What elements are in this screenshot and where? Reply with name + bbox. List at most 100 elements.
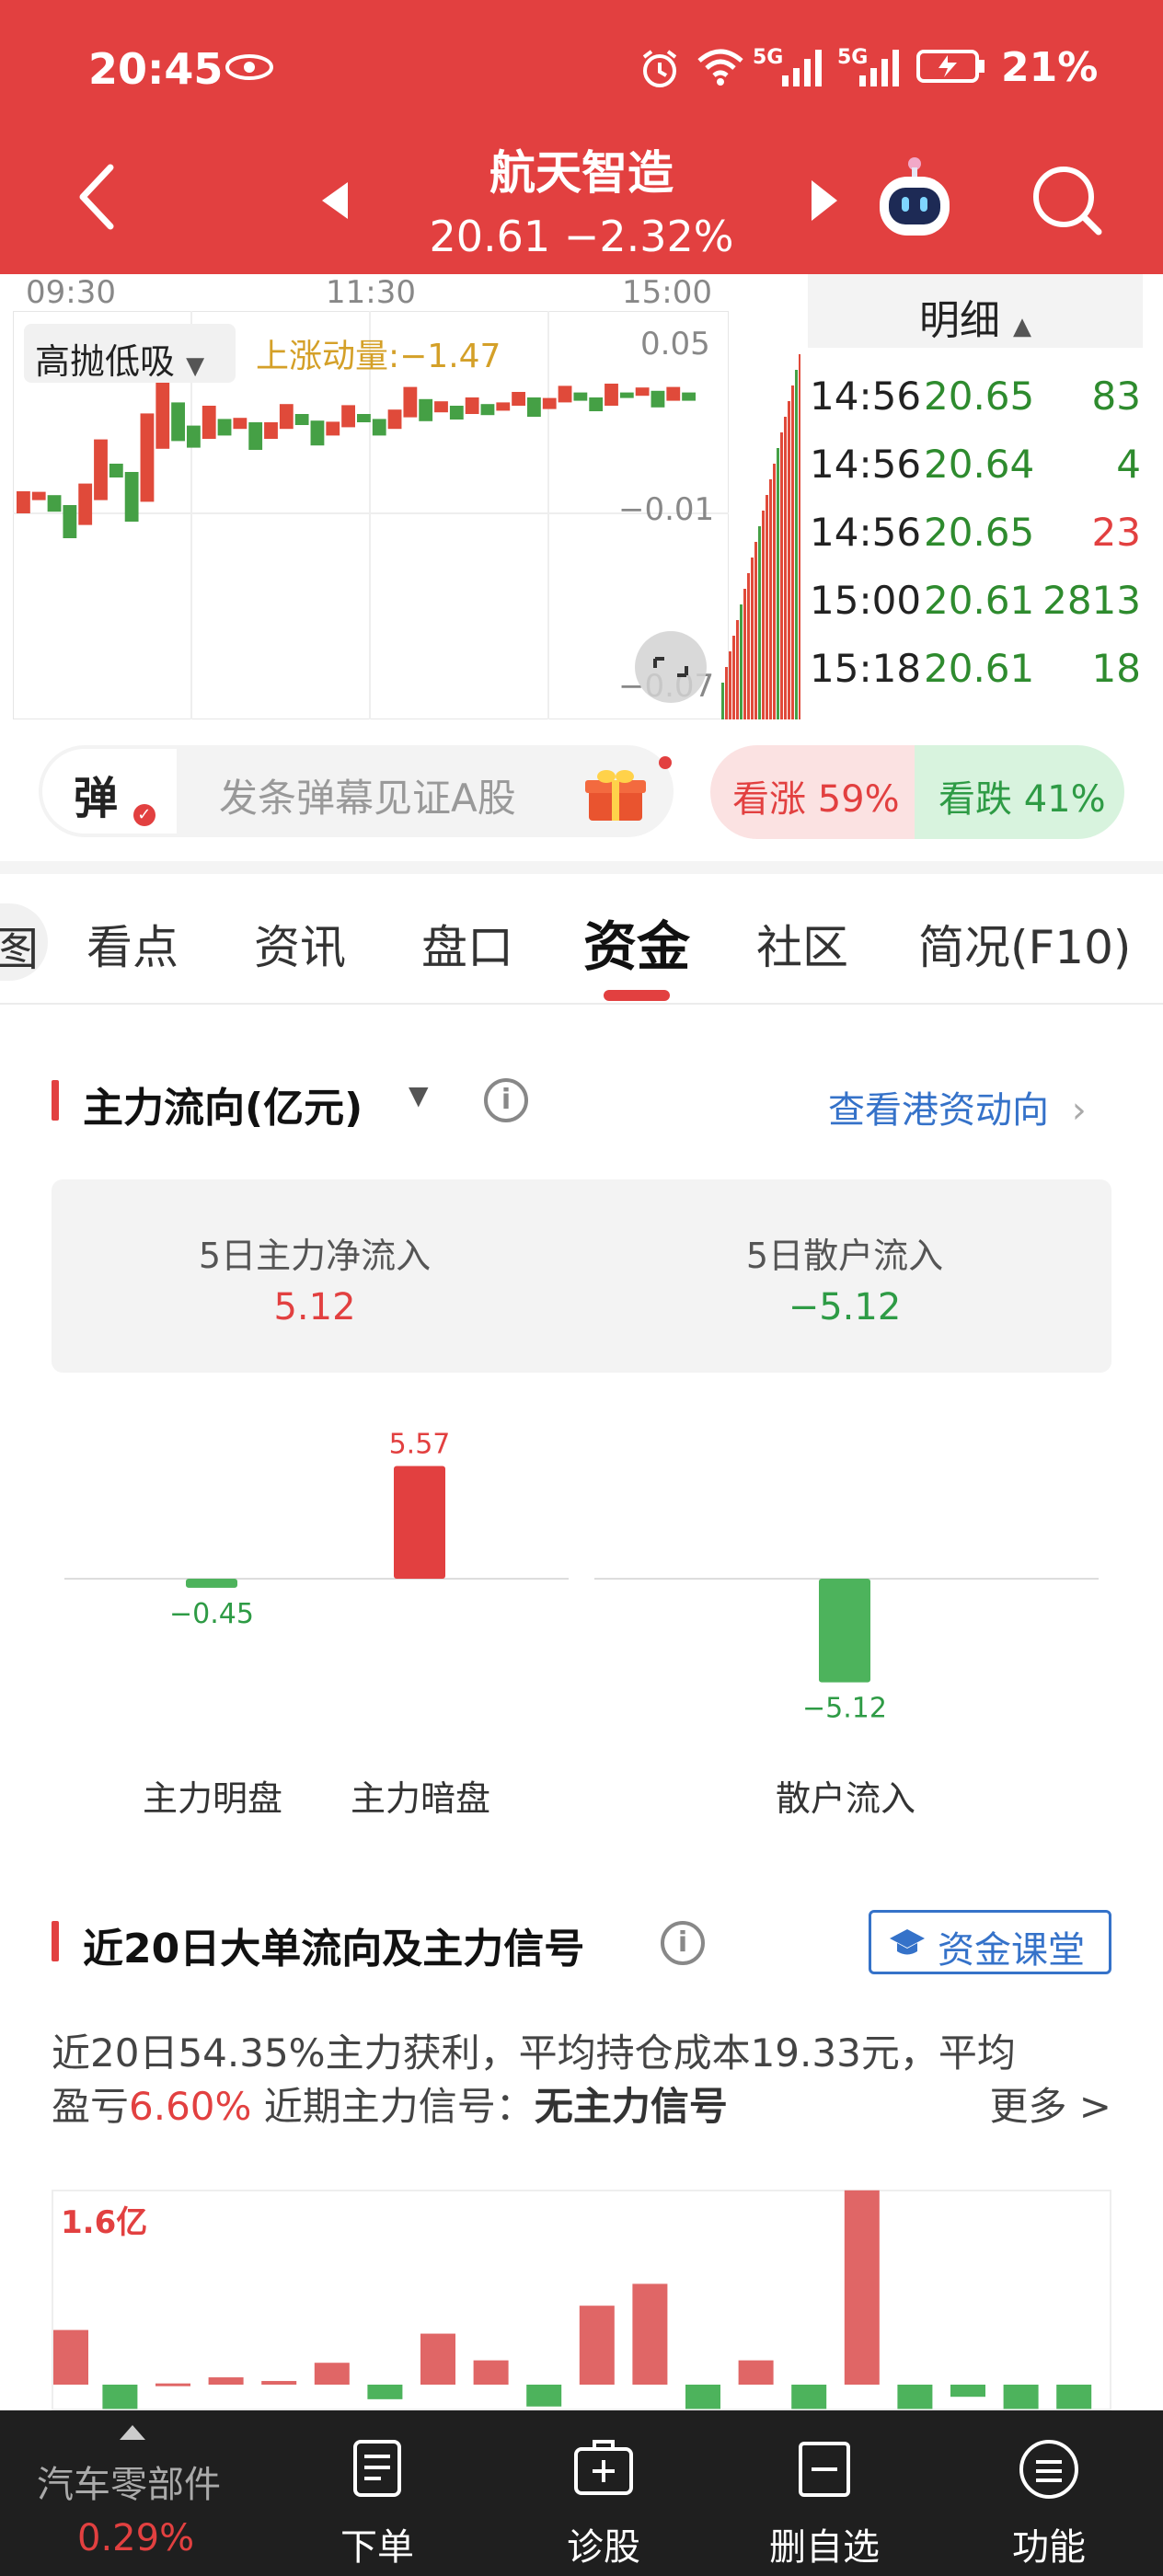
trade-time: 15:00 <box>810 578 922 623</box>
dropdown-arrow-icon[interactable]: ▼ <box>409 1080 429 1110</box>
search-icon[interactable] <box>1029 162 1106 239</box>
trade-detail-header[interactable]: 明细 ▲ <box>808 274 1143 348</box>
next-stock-icon[interactable] <box>810 180 837 221</box>
tab-order-book[interactable]: 盘口 <box>421 911 513 977</box>
eye-icon <box>225 54 273 80</box>
intraday-bar <box>372 419 386 436</box>
volume-bar <box>799 354 800 719</box>
volume-bar <box>769 479 772 719</box>
nav-functions[interactable]: 功能 <box>957 2410 1141 2576</box>
intraday-bar <box>619 392 634 398</box>
volume-bar <box>777 448 779 719</box>
volume-bars <box>721 354 800 719</box>
main-flow-title[interactable]: 主力流向(亿元) <box>83 1075 363 1133</box>
gift-icon[interactable] <box>585 767 646 824</box>
big-order-bar <box>632 2283 668 2385</box>
nav-diagnose-stock[interactable]: 诊股 <box>512 2410 696 2576</box>
volume-bar <box>747 573 750 719</box>
big-order-bar <box>314 2363 350 2385</box>
big-order-bar <box>261 2381 297 2385</box>
info-icon[interactable]: i <box>484 1078 528 1122</box>
expand-up-icon[interactable] <box>120 2425 145 2440</box>
fullscreen-button[interactable] <box>635 631 707 703</box>
flow-bar <box>819 1579 870 1683</box>
vote-bearish-button[interactable]: 看跌 41% <box>915 745 1124 839</box>
strategy-dropdown[interactable]: 高抛低吸 ▼ <box>24 324 236 383</box>
tab-community[interactable]: 社区 <box>756 911 848 977</box>
intraday-bar <box>140 413 155 502</box>
nav-remove-watchlist[interactable]: 删自选 <box>732 2410 916 2576</box>
trade-price: 20.65 <box>924 510 1035 555</box>
trade-row: 15:00 20.61 2813 <box>810 578 1141 633</box>
tab-highlights[interactable]: 看点 <box>86 911 178 977</box>
intraday-bar <box>171 402 185 442</box>
alarm-icon <box>642 50 677 87</box>
intraday-chart-area[interactable]: 09:30 11:30 15:00 高抛低吸 ▼ 上涨动量:−1.47 0.05… <box>0 274 1163 725</box>
nav-label-diagnose: 诊股 <box>567 2526 640 2569</box>
status-time: 20:45 <box>88 44 224 94</box>
intraday-bar <box>573 392 588 401</box>
trade-row: 14:56 20.65 23 <box>810 510 1141 565</box>
big-order-bar <box>102 2385 138 2409</box>
volume-bar <box>784 417 787 719</box>
order-document-icon <box>353 2440 401 2497</box>
intraday-bar <box>248 422 263 450</box>
volume-bar <box>795 370 798 719</box>
volume-bar <box>766 495 768 719</box>
signal-label: 近期主力信号： <box>251 2084 535 2129</box>
intraday-bar <box>294 414 309 425</box>
check-icon: ✓ <box>132 804 155 826</box>
volume-bar <box>758 526 761 719</box>
flow-bar-value-label: −5.12 <box>802 1693 887 1725</box>
big-order-bar <box>1056 2385 1092 2409</box>
nav-place-order[interactable]: 下单 <box>285 2410 469 2576</box>
sort-up-icon: ▲ <box>1013 313 1031 340</box>
tab-news[interactable]: 资讯 <box>254 911 346 977</box>
intraday-bar <box>341 405 355 428</box>
menu-icon <box>1019 2440 1078 2499</box>
danmu-input[interactable]: 发条弹幕见证A股 <box>219 767 516 823</box>
intraday-bar <box>558 385 572 403</box>
fund-classroom-button[interactable]: 资金课堂 <box>869 1910 1111 1974</box>
vote-bullish-button[interactable]: 看涨 59% <box>710 745 920 839</box>
big-order-bar <box>897 2385 933 2409</box>
trade-time: 14:56 <box>810 374 922 419</box>
main-flow-bar-chart: −0.45 5.57 −5.12 <box>64 1428 1099 1725</box>
intraday-bar <box>63 505 77 538</box>
main-net-inflow-value: 5.12 <box>273 1286 356 1328</box>
info-icon-2[interactable]: i <box>661 1921 705 1965</box>
danmu-toggle[interactable]: 弹 ✓ <box>42 749 177 834</box>
big-order-bar <box>1003 2385 1039 2409</box>
chevron-right-icon: › <box>1071 1089 1087 1132</box>
stock-price-change: 20.61 −2.32% <box>429 212 734 261</box>
flow-bar <box>394 1466 445 1579</box>
intraday-bar <box>357 414 371 422</box>
intraday-bar <box>666 386 681 401</box>
sector-name[interactable]: 汽车零部件 <box>37 2455 221 2508</box>
volume-bar <box>754 542 757 719</box>
notification-dot <box>659 756 672 769</box>
intraday-bar <box>326 421 340 436</box>
ai-assistant-icon[interactable] <box>870 155 959 243</box>
intraday-bar <box>17 491 30 513</box>
intraday-bar <box>233 418 248 430</box>
trade-time: 14:56 <box>810 442 922 487</box>
tab-chart-partial[interactable]: 图 <box>0 903 48 981</box>
hk-capital-link[interactable]: 查看港资动向 › <box>828 1080 1087 1133</box>
tab-fund-flow[interactable]: 资金 <box>583 903 690 981</box>
sector-change: 0.29% <box>77 2517 195 2559</box>
stock-header: 20:45 5G 5G 21% 航天智造 20.61 −2.32% <box>0 0 1163 274</box>
volume-bar <box>788 401 790 719</box>
more-link[interactable]: 更多 > <box>989 2076 1111 2132</box>
tab-profile[interactable]: 简况(F10) <box>918 911 1132 977</box>
diagnose-icon <box>574 2440 633 2495</box>
tab-divider <box>0 1003 1163 1005</box>
network-5g-label: 5G <box>753 46 784 69</box>
intraday-bar <box>496 402 511 411</box>
big-order-bar <box>420 2333 455 2385</box>
big-order-bar <box>685 2385 720 2409</box>
big-order-bar-chart <box>53 2190 1092 2409</box>
trade-price: 20.61 <box>924 578 1035 623</box>
intraday-bar <box>589 397 604 411</box>
signal-icon-2 <box>859 50 899 86</box>
